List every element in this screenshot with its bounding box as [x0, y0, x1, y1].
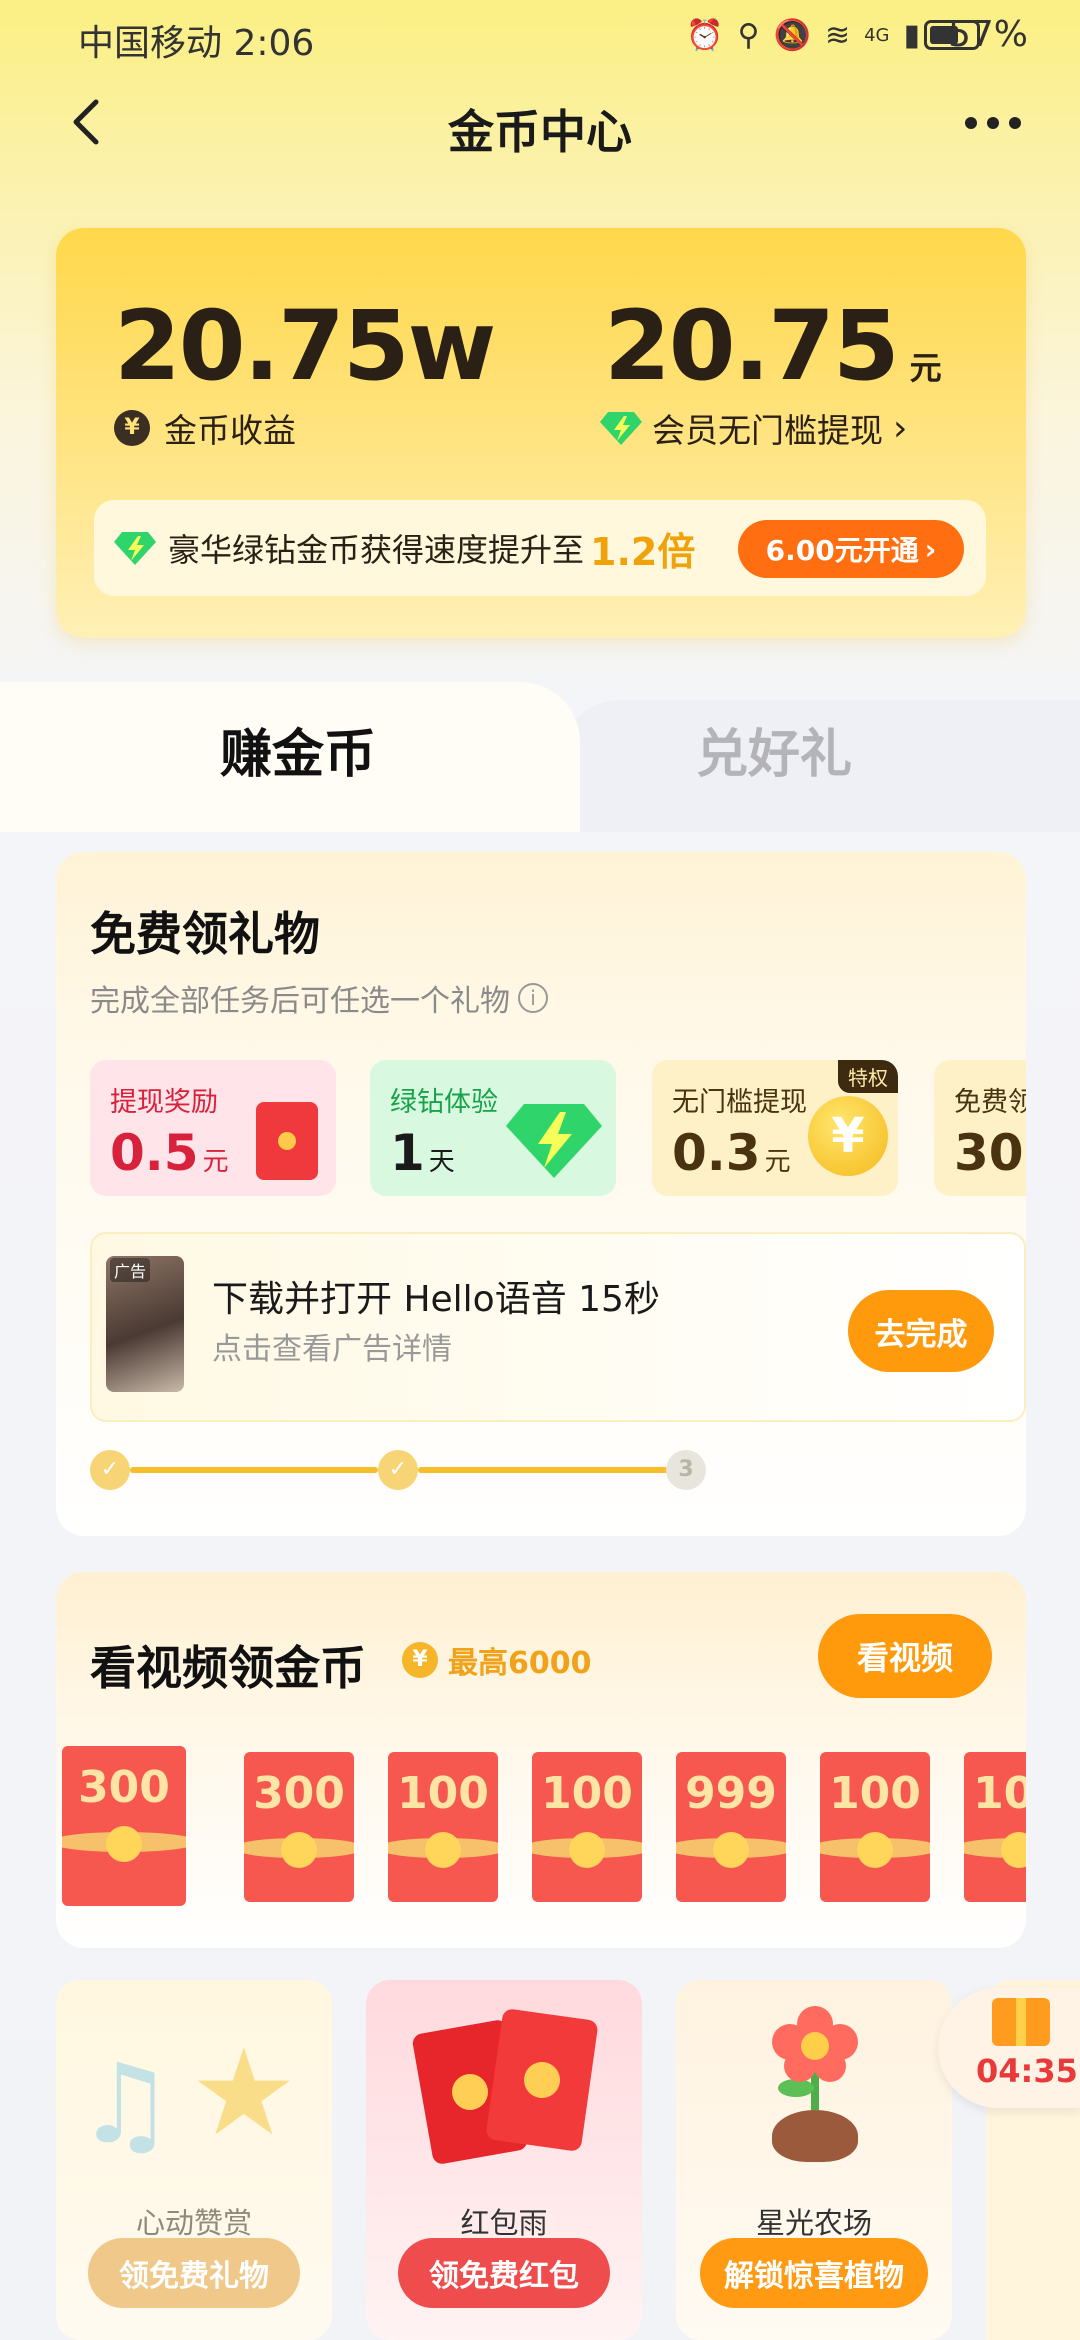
video-max-reward: ¥ 最高6000: [402, 1638, 592, 1682]
ad-task-title: 下载并打开 Hello语音 15秒: [212, 1279, 660, 1320]
star-icon: ★: [190, 2024, 298, 2163]
open-vip-button[interactable]: 6.00元开通 ›: [738, 520, 964, 578]
cash-value: 20.75: [604, 290, 900, 402]
reward-withdraw[interactable]: 提现奖励 0.5 元: [90, 1060, 336, 1196]
network-label: 4G: [864, 25, 890, 46]
ad-task-subtitle[interactable]: 点击查看广告详情: [212, 1324, 452, 1368]
more-button[interactable]: [958, 98, 1028, 148]
signal-icon: ▮: [903, 18, 920, 53]
green-diamond-icon: [114, 532, 156, 565]
promo-multiplier: 1.2倍: [590, 529, 696, 574]
watch-video-card: 看视频领金币 ¥ 最高6000 看视频 300 300 100 100 999 …: [56, 1572, 1026, 1948]
video-red-packet[interactable]: 300: [62, 1746, 186, 1906]
ad-task-row[interactable]: 广告 下载并打开 Hello语音 15秒 点击查看广告详情 去完成: [90, 1232, 1026, 1422]
balance-card: 20.75w 20.75 元 ¥ 金币收益 会员无门槛提现 › 豪华绿钻金币获得…: [56, 228, 1026, 638]
cash-balance[interactable]: 20.75 元: [604, 290, 942, 402]
video-red-packet[interactable]: 999: [676, 1752, 786, 1902]
video-red-packet[interactable]: 300: [244, 1752, 354, 1902]
chevron-right-icon: ›: [893, 407, 908, 449]
promo-text: 豪华绿钻金币获得速度提升至: [168, 531, 585, 569]
countdown-timer: 04:35: [976, 2052, 1078, 2090]
video-red-packet[interactable]: 100: [388, 1752, 498, 1902]
alarm-icon: ⏰: [686, 18, 724, 53]
reward-free-withdraw[interactable]: 无门槛提现 0.3 元 ¥ 特权: [652, 1060, 898, 1196]
ad-tag: 广告: [110, 1258, 151, 1282]
progress-line: [130, 1467, 378, 1473]
progress-line: [418, 1467, 688, 1473]
free-red-packet-button[interactable]: 领免费红包: [398, 2238, 610, 2308]
vip-promo-bar[interactable]: 豪华绿钻金币获得速度提升至 1.2倍 6.00元开通 ›: [94, 500, 986, 596]
flower-pot-icon: [772, 2110, 858, 2162]
video-red-packet[interactable]: 100: [820, 1752, 930, 1902]
tile-label: 心动赞赏: [135, 2206, 252, 2240]
yuan-coin-icon: ¥: [808, 1096, 888, 1176]
music-note-icon: ♫: [76, 2040, 175, 2168]
tab-earn-coins[interactable]: 赚金币: [220, 712, 376, 787]
page-title: 金币中心: [448, 105, 632, 159]
tile-label: 红包雨: [460, 2206, 548, 2240]
unlock-plant-button[interactable]: 解锁惊喜植物: [700, 2238, 928, 2308]
ad-thumbnail: 广告: [106, 1256, 184, 1392]
status-bar: 中国移动 2:06 ⏰ ⚲ 🔕 ≋ 4G ▮ 57%: [0, 0, 1080, 80]
tile-red-packet-rain[interactable]: 红包雨 领免费红包: [366, 1980, 642, 2340]
tab-redeem-gifts[interactable]: 兑好礼: [696, 712, 852, 787]
free-gift-button[interactable]: 领免费礼物: [88, 2238, 300, 2308]
reward-green-diamond[interactable]: 绿钻体验 1天: [370, 1060, 616, 1196]
green-diamond-icon: [506, 1104, 602, 1178]
watch-video-button[interactable]: 看视频: [818, 1614, 992, 1698]
tile-star-farm[interactable]: 星光农场 解锁惊喜植物: [676, 1980, 952, 2340]
withdraw-link[interactable]: 会员无门槛提现 ›: [600, 404, 907, 452]
gift-timer-badge[interactable]: 04:35: [938, 1988, 1080, 2108]
step-3-indicator: 3: [666, 1450, 706, 1490]
flower-icon: [772, 2006, 858, 2110]
more-icon: [965, 117, 977, 129]
tile-label: 星光农场: [755, 2206, 872, 2240]
wifi-icon: ≋: [824, 18, 851, 53]
red-packet-icon: [485, 2007, 599, 2153]
battery-percent: 57%: [947, 14, 1028, 55]
chevron-right-icon: ›: [924, 532, 937, 566]
reward-free-coins[interactable]: 免费领 300: [934, 1060, 1026, 1196]
info-icon[interactable]: i: [518, 983, 548, 1013]
step-2-check-icon: ✓: [378, 1450, 418, 1490]
free-gift-card: 免费领礼物 完成全部任务后可任选一个礼物 i 提现奖励 0.5 元 绿钻体验 1天…: [56, 852, 1026, 1536]
coin-earnings-label: ¥ 金币收益: [114, 404, 296, 452]
free-gift-subtitle: 完成全部任务后可任选一个礼物 i: [90, 976, 548, 1020]
carrier-time: 中国移动 2:06: [78, 23, 315, 64]
status-icons: ⏰ ⚲ 🔕 ≋ 4G ▮: [686, 18, 920, 53]
red-packet-icon: [256, 1102, 318, 1180]
tile-heart-reward[interactable]: ♫ ★ 心动赞赏 领免费礼物: [56, 1980, 332, 2340]
cash-unit: 元: [909, 349, 942, 387]
mute-icon: 🔕: [773, 18, 811, 53]
step-1-check-icon: ✓: [90, 1450, 130, 1490]
gift-box-icon: [992, 1998, 1050, 2046]
privilege-tag: 特权: [838, 1060, 898, 1093]
video-red-packet[interactable]: 100: [532, 1752, 642, 1902]
coin-icon: ¥: [114, 410, 150, 446]
video-red-packet[interactable]: 100: [964, 1752, 1026, 1902]
video-title: 看视频领金币: [90, 1641, 366, 1695]
coin-balance: 20.75w: [114, 290, 496, 402]
green-diamond-icon: [600, 412, 642, 445]
location-icon: ⚲: [737, 18, 760, 53]
yuan-coin-icon: ¥: [402, 1642, 438, 1678]
task-progress: ✓ ✓ 3: [90, 1450, 990, 1494]
complete-task-button[interactable]: 去完成: [848, 1290, 994, 1372]
free-gift-title: 免费领礼物: [90, 907, 320, 961]
